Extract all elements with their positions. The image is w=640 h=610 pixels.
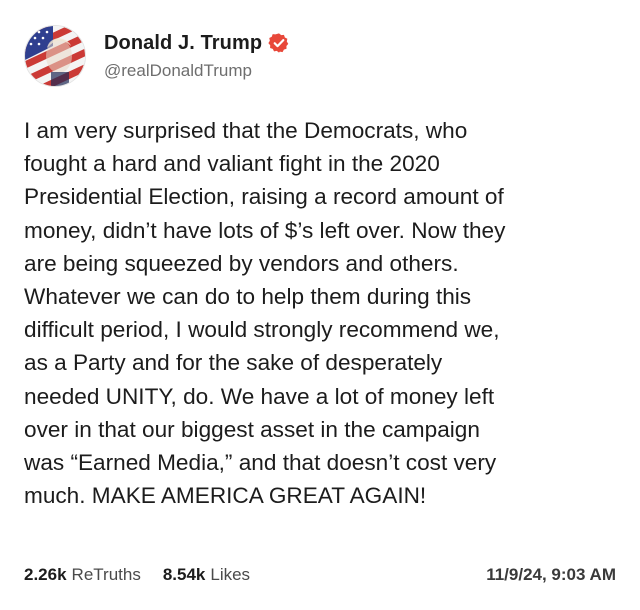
retruths-count: 2.26k: [24, 565, 67, 584]
author-avatar[interactable]: [24, 25, 86, 87]
likes-count: 8.54k: [162, 565, 206, 584]
likes-stat[interactable]: 8.54k Likes: [163, 565, 250, 585]
retruths-label: ReTruths: [71, 565, 141, 584]
flag-portrait-icon: [25, 26, 85, 86]
author-handle[interactable]: @realDonaldTrump: [104, 61, 290, 81]
verified-badge-icon: [268, 32, 290, 54]
retruths-stat[interactable]: 2.26k ReTruths: [24, 565, 141, 585]
post-footer: 2.26k ReTruths 8.54k Likes 11/9/24, 9:03…: [24, 562, 616, 588]
post-timestamp[interactable]: 11/9/24, 9:03 AM: [486, 565, 616, 585]
author-display-name[interactable]: Donald J. Trump: [104, 32, 262, 55]
name-row: Donald J. Trump: [104, 32, 290, 55]
post-header: Donald J. Trump @realDonaldTrump: [24, 24, 290, 88]
post-body-text: I am very surprised that the Democrats, …: [24, 118, 506, 509]
author-names: Donald J. Trump @realDonaldTrump: [104, 32, 290, 81]
likes-label: Likes: [210, 565, 251, 584]
truth-post: Donald J. Trump @realDonaldTrump I am ve…: [0, 0, 640, 610]
